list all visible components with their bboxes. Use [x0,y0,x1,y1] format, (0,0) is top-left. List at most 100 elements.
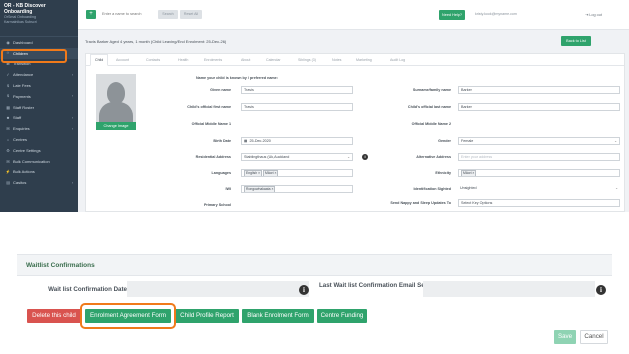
sidebar-item-centre-settings[interactable]: ⚙ Centre Settings [0,145,78,156]
residential-value: Stablingthaus (Uk,Auckland [244,155,290,159]
delete-child-button[interactable]: Delete this child [27,309,81,323]
centre-funding-button[interactable]: Centre Funding [317,309,367,323]
iwi-field[interactable]: Rongowhakaata × [241,185,353,193]
identification-label: Identification Sighted [413,187,452,191]
sidebar-item-bulk-actions[interactable]: ⚡ Bulk Actions [0,167,78,178]
bulk-actions-icon: ⚡ [5,170,11,175]
chevron-left-icon: ‹ [71,180,73,185]
tab-enrolments[interactable]: Enrolments [204,54,222,66]
enquiries-icon: ✉ [6,127,10,132]
sidebar-item-bulk-communication[interactable]: ✉ Bulk Communication [0,156,78,167]
middle-name-2-label: Official Middle Name 2 [411,122,451,126]
tab-about[interactable]: About [241,54,250,66]
bulk-communication-icon: ✉ [6,159,10,164]
tab-marketing[interactable]: Marketing [356,54,372,66]
calendar-icon: ▦ [244,139,248,143]
primary-school-label: Primary School [203,203,231,207]
identification-value: Unsighted [460,186,477,190]
logout-link[interactable]: ⇥ Log out [585,12,602,17]
staff-roster-icon: ▦ [6,105,10,110]
identification-select[interactable]: Unsighted ⌄ [458,185,620,193]
tab-audit-log[interactable]: Audit Log [390,54,405,66]
org-name: OR - KB Discover Onboarding [4,3,46,15]
wait-date-label: Wait list Confirmation Date [48,286,127,293]
residential-address-select[interactable]: Stablingthaus (Uk,Auckland ⌄ [241,153,353,161]
centres-icon: ⌂ [6,137,10,142]
iwi-tag[interactable]: Rongowhakaata × [244,186,276,192]
birth-date-field[interactable]: ▦ 25-Dec-2020 [241,137,353,145]
child-panel: Child Account Contacts Health Enrolments… [85,53,625,212]
sidebar-item-casitos[interactable]: ▤ Casitos ‹ [0,177,78,188]
given-name-field[interactable]: Travis [241,86,353,94]
sidebar: OR - KB Discover Onboarding OrSmal Onboa… [0,0,78,212]
dashboard-icon: ◉ [6,40,10,45]
tab-calendar[interactable]: Calendar [266,54,281,66]
birth-date-label: Birth Date [213,139,231,143]
middle-name-1-field[interactable] [241,120,353,128]
search-button[interactable]: Search [158,10,178,19]
sidebar-item-centres[interactable]: ⌂ Centres [0,134,78,145]
nappy-updates-select[interactable]: Select Key Options [458,199,620,207]
middle-name-1-label: Official Middle Name 1 [191,122,231,126]
sidebar-item-staff[interactable]: ☻ Staff ‹ [0,113,78,124]
ethnicity-label: Ethnicity [435,171,451,175]
back-to-list-button[interactable]: Back to List [561,36,591,46]
gender-value: Female [461,139,474,143]
child-profile-report-button[interactable]: Child Profile Report [175,309,239,323]
surname-field[interactable]: Barker [458,86,620,94]
official-last-field[interactable]: Barker [458,103,620,111]
ethnicity-field[interactable]: Māori × [458,169,620,177]
tab-contacts[interactable]: Contacts [146,54,160,66]
add-button[interactable]: + [86,10,96,19]
need-help-button[interactable]: Need Help? [439,10,465,20]
language-tag[interactable]: Māori × [263,170,279,176]
nappy-updates-label: Send Nappy and Sleep Updates To [390,201,451,205]
known-by-label: Name your child is known by / preferred … [196,76,278,80]
sidebar-item-enquiries[interactable]: ✉ Enquiries ‹ [0,123,78,134]
org-header[interactable]: OR - KB Discover Onboarding OrSmal Onboa… [0,0,78,37]
save-button[interactable]: Save [554,330,576,344]
change-image-button[interactable]: Change Image [96,122,136,130]
waitlist-title: Waitlist Confirmations [26,262,95,269]
staff-icon: ☻ [6,115,10,120]
ethnicity-tag[interactable]: Māori × [461,170,477,176]
sidebar-item-attendance[interactable]: ✓ Attendance ‹ [0,69,78,80]
language-tag[interactable]: English × [244,170,263,176]
avatar-head [107,82,125,104]
chevron-left-icon: ‹ [71,126,73,131]
sidebar-item-label: Bulk Actions [13,169,35,175]
chevron-down-icon: ⌄ [615,186,618,190]
tab-siblings[interactable]: Siblings (3) [298,54,316,66]
official-first-field[interactable]: Travis [241,103,353,111]
tab-child[interactable]: Child [90,54,109,66]
info-icon[interactable]: i [596,285,606,295]
payments-icon: $ [6,94,10,99]
sidebar-item-payments[interactable]: $ Payments ‹ [0,91,78,102]
tab-health[interactable]: Health [178,54,188,66]
tab-account[interactable]: Account [116,54,129,66]
languages-field[interactable]: English × Māori × [241,169,353,177]
alt-address-field[interactable]: Enter your address [458,153,620,161]
search-input[interactable] [100,10,155,19]
sidebar-item-label: Staff Roster [13,104,35,110]
iwi-label: IWI [225,187,231,191]
cancel-button[interactable]: Cancel [580,330,608,344]
gender-select[interactable]: Female ⌄ [458,137,620,145]
info-icon[interactable]: i [362,154,368,160]
tab-notes[interactable]: Notes [332,54,341,66]
sidebar-item-late-fees[interactable]: $ Late Fees [0,80,78,91]
info-icon[interactable]: i [299,285,309,295]
chevron-left-icon: ‹ [71,72,73,77]
sidebar-item-staff-roster[interactable]: ▦ Staff Roster [0,102,78,113]
reset-all-button[interactable]: Reset All [180,10,202,19]
waitlist-section: Waitlist Confirmations Wait list Confirm… [17,254,612,354]
sidebar-item-dashboard[interactable]: ◉ Dashboard [0,37,78,48]
last-sent-field[interactable] [423,281,595,297]
chevron-down-icon: ⌄ [347,155,350,159]
wait-date-field[interactable] [127,281,309,297]
children-highlight [1,49,67,63]
middle-name-2-field[interactable] [458,120,620,128]
chevron-left-icon: ‹ [71,115,73,120]
blank-enrolment-form-button[interactable]: Blank Enrolment Form [242,309,314,323]
sidebar-item-label: Casitos [13,180,27,186]
